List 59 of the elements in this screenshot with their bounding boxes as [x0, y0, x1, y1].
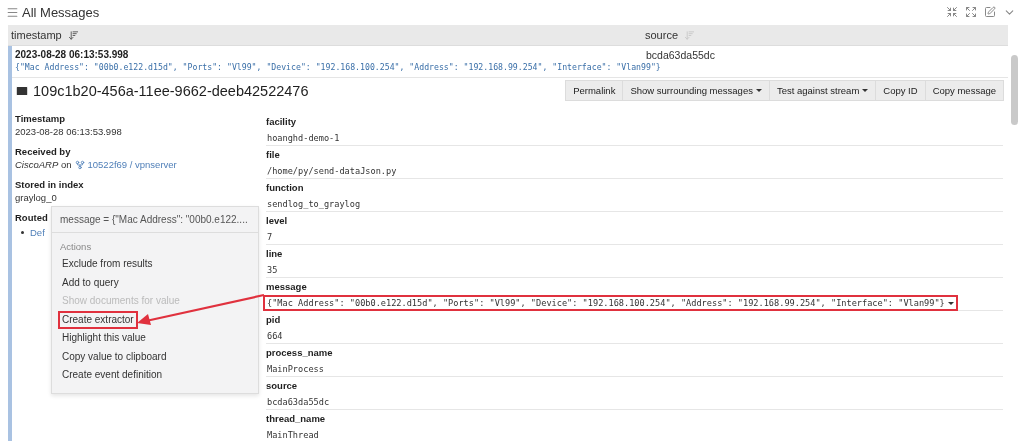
- field-name: message: [266, 281, 307, 292]
- menu-icon[interactable]: [6, 6, 19, 19]
- field-value[interactable]: 664: [263, 328, 287, 344]
- field-value[interactable]: /home/py/send-dataJson.py: [263, 163, 401, 179]
- caret-icon: [862, 89, 869, 92]
- field-value[interactable]: sendlog_to_graylog: [263, 196, 365, 212]
- menu-item[interactable]: Copy value to clipboard: [58, 347, 171, 366]
- action-button[interactable]: Copy ID: [875, 80, 926, 101]
- field-name: pid: [266, 314, 281, 325]
- panel-title: All Messages: [22, 5, 101, 20]
- meta-value: 2023-08-28 06:13:53.998: [15, 126, 123, 137]
- field-name: source: [266, 380, 298, 391]
- menu-title: message = {"Mac Address": "00b0.e122....: [52, 207, 258, 233]
- field-value[interactable]: MainProcess: [263, 361, 328, 377]
- menu-item[interactable]: Highlight this value: [58, 329, 150, 348]
- field-name: level: [266, 215, 288, 226]
- action-button[interactable]: Permalink: [565, 80, 624, 101]
- column-header[interactable]: timestamp: [11, 29, 62, 41]
- menu-item[interactable]: Create extractor: [58, 310, 138, 329]
- menu-item[interactable]: Add to query: [58, 273, 123, 292]
- message-text: {"Mac Address": "00b0.e122.d15d", "Ports": "Vl99", "Device": "192.168.100.254", "Address": "192.168.99.254", "Interface": "Vlan99"}: [15, 62, 661, 73]
- action-button[interactable]: Copy message: [924, 80, 1004, 101]
- edit-icon[interactable]: [984, 6, 996, 18]
- scrollbar[interactable]: [1011, 55, 1018, 125]
- action-button[interactable]: Test against stream: [768, 80, 877, 101]
- message-timestamp: 2023-08-28 06:13:53.998: [15, 49, 130, 60]
- field-name: thread_name: [266, 413, 326, 424]
- fork-icon: [74, 159, 85, 170]
- field-value[interactable]: hoanghd-demo-1: [263, 130, 344, 146]
- bullet-icon: [21, 231, 24, 234]
- field-name: function: [266, 182, 304, 193]
- action-button[interactable]: Show surrounding messages: [622, 80, 770, 101]
- meta-label: Routed: [15, 212, 48, 223]
- message-id: 109c1b20-456a-11ee-9662-deeb42522476: [33, 82, 309, 99]
- field-value[interactable]: 35: [263, 262, 282, 278]
- field-name: process_name: [266, 347, 333, 358]
- field-name: file: [266, 149, 280, 160]
- menu-section-label: Actions: [59, 240, 93, 254]
- caret-icon: [755, 89, 762, 92]
- meta-label: Stored in index: [15, 179, 84, 190]
- input-name: CiscoARP on: [15, 159, 72, 170]
- field-value[interactable]: bcda63da55dc: [263, 394, 334, 410]
- node-link[interactable]: 10522f69 / vpnserver: [87, 159, 177, 170]
- column-header[interactable]: source: [645, 29, 679, 41]
- field-value[interactable]: MainThread: [263, 427, 323, 441]
- meta-label: Received by: [15, 146, 71, 157]
- meta-value: graylog_0: [15, 192, 58, 203]
- menu-item[interactable]: Exclude from results: [58, 255, 157, 274]
- field-value[interactable]: 7: [263, 229, 277, 245]
- menu-item[interactable]: Create event definition: [58, 366, 167, 385]
- expand-icon[interactable]: [965, 6, 977, 18]
- field-name: line: [266, 248, 283, 259]
- field-name: facility: [266, 116, 297, 127]
- field-value[interactable]: {"Mac Address": "00b0.e122.d15d", "Ports": "Vl99", "Device": "192.168.100.254", "Address": "192.168.99.254", "Interface": "Vlan99"}: [263, 295, 958, 311]
- meta-label: Timestamp: [15, 113, 65, 124]
- sort-icon[interactable]: [67, 29, 79, 41]
- caret-icon: [947, 301, 954, 305]
- shrink-icon[interactable]: [946, 6, 958, 18]
- stream-link[interactable]: Def: [30, 227, 45, 238]
